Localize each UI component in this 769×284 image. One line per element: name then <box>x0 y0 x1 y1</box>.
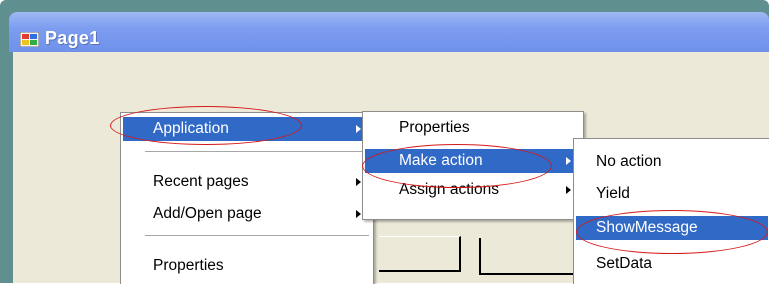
menu-item-application[interactable]: Application <box>123 117 371 141</box>
window-title: Page1 <box>45 28 100 48</box>
title-bar[interactable]: Page1 <box>9 12 769 52</box>
menu-item-label: Assign actions <box>399 181 499 198</box>
menu-item-label: Properties <box>399 119 470 136</box>
submenu-arrow-icon <box>566 186 571 194</box>
menu-item-label: Make action <box>399 152 483 169</box>
menu-item-properties[interactable]: Properties <box>123 254 371 278</box>
menu-item-label: Add/Open page <box>153 205 262 222</box>
submenu-item-make-action[interactable]: Make action <box>365 149 581 173</box>
menu-item-label: ShowMessage <box>596 219 698 236</box>
menu-item-label: No action <box>596 153 662 170</box>
menu-item-label: Yield <box>596 185 630 202</box>
submenu-item-properties[interactable]: Properties <box>365 116 581 140</box>
action-item-set-data[interactable]: SetData <box>576 252 768 276</box>
make-action-submenu: No action Yield ShowMessage SetData <box>573 138 769 284</box>
submenu-arrow-icon <box>356 210 361 218</box>
submenu-item-assign-actions[interactable]: Assign actions <box>365 178 581 202</box>
menu-item-label: Application <box>153 120 229 137</box>
menu-item-add-open-page[interactable]: Add/Open page <box>123 202 371 226</box>
menu-item-label: SetData <box>596 255 653 272</box>
submenu-arrow-icon <box>356 178 361 186</box>
submenu-arrow-icon <box>356 125 361 133</box>
application-submenu: Properties Make action Assign actions <box>362 111 584 220</box>
menu-separator <box>145 235 369 236</box>
menu-item-recent-pages[interactable]: Recent pages <box>123 170 371 194</box>
context-menu: Application Recent pages Add/Open page P… <box>120 112 374 284</box>
action-item-show-message[interactable]: ShowMessage <box>576 216 768 240</box>
menu-item-label: Properties <box>153 257 224 274</box>
window-app-icon <box>20 32 39 47</box>
background-panel-left <box>379 236 461 272</box>
submenu-arrow-icon <box>566 157 571 165</box>
action-item-yield[interactable]: Yield <box>576 182 768 206</box>
menu-item-label: Recent pages <box>153 173 249 190</box>
menu-separator <box>145 151 369 152</box>
action-item-no-action[interactable]: No action <box>576 150 768 174</box>
